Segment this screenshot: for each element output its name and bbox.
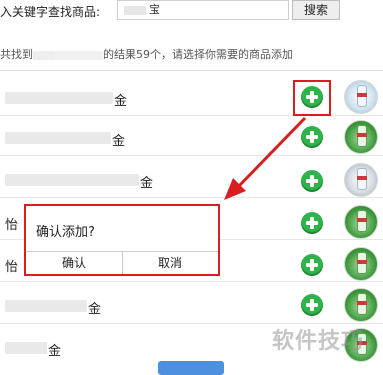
redacted-text bbox=[55, 50, 103, 60]
redacted-product-name bbox=[5, 300, 87, 312]
search-input-value: 宝 bbox=[149, 3, 160, 16]
product-thumbnail bbox=[344, 288, 378, 322]
add-icon[interactable] bbox=[301, 294, 323, 316]
redacted-product-name bbox=[5, 342, 47, 354]
search-button[interactable]: 搜索 bbox=[292, 0, 340, 20]
confirm-dialog: 确认添加? 确认 取消 bbox=[24, 204, 220, 276]
product-thumbnail bbox=[344, 247, 378, 281]
redacted-product-name bbox=[5, 92, 113, 104]
redacted-product-name bbox=[5, 132, 111, 144]
product-name-prefix: 怡 bbox=[5, 260, 19, 275]
cancel-button[interactable]: 取消 bbox=[122, 252, 218, 274]
watermark: 软件技巧 bbox=[272, 329, 365, 354]
redacted-product-name bbox=[5, 174, 139, 186]
divider bbox=[0, 70, 383, 71]
product-name-suffix: 金 bbox=[140, 176, 154, 191]
bottom-action-button[interactable] bbox=[158, 361, 224, 375]
product-row: 金 bbox=[0, 160, 383, 198]
dialog-message: 确认添加? bbox=[36, 225, 95, 240]
add-icon[interactable] bbox=[301, 212, 323, 234]
result-summary: 共找到 的结果59个，请选择你需要的商品添加 bbox=[0, 46, 293, 62]
redacted-text bbox=[33, 50, 55, 60]
product-thumbnail bbox=[344, 120, 378, 154]
add-icon[interactable] bbox=[301, 254, 323, 276]
highlight-box bbox=[293, 80, 331, 116]
add-icon[interactable] bbox=[301, 170, 323, 192]
redacted-text bbox=[124, 5, 146, 15]
result-summary-start: 共找到 bbox=[0, 48, 33, 61]
confirm-button[interactable]: 确认 bbox=[26, 252, 123, 274]
product-name-prefix: 怡 bbox=[5, 218, 19, 233]
product-name-suffix: 金 bbox=[114, 94, 128, 109]
add-icon[interactable] bbox=[301, 126, 323, 148]
product-row: 金 bbox=[0, 118, 383, 156]
product-name-suffix: 金 bbox=[112, 134, 126, 149]
product-thumbnail bbox=[344, 163, 378, 197]
result-summary-end: 的结果59个，请选择你需要的商品添加 bbox=[103, 48, 293, 61]
product-thumbnail bbox=[344, 205, 378, 239]
search-label: 入关键字查找商品: bbox=[0, 5, 101, 19]
search-bar: 入关键字查找商品: 宝 搜索 bbox=[0, 0, 383, 22]
search-input[interactable]: 宝 bbox=[117, 0, 289, 20]
product-name-suffix: 金 bbox=[48, 344, 62, 359]
product-name-suffix: 金 bbox=[88, 302, 102, 317]
product-row: 金 bbox=[0, 286, 383, 324]
product-thumbnail bbox=[344, 80, 378, 114]
